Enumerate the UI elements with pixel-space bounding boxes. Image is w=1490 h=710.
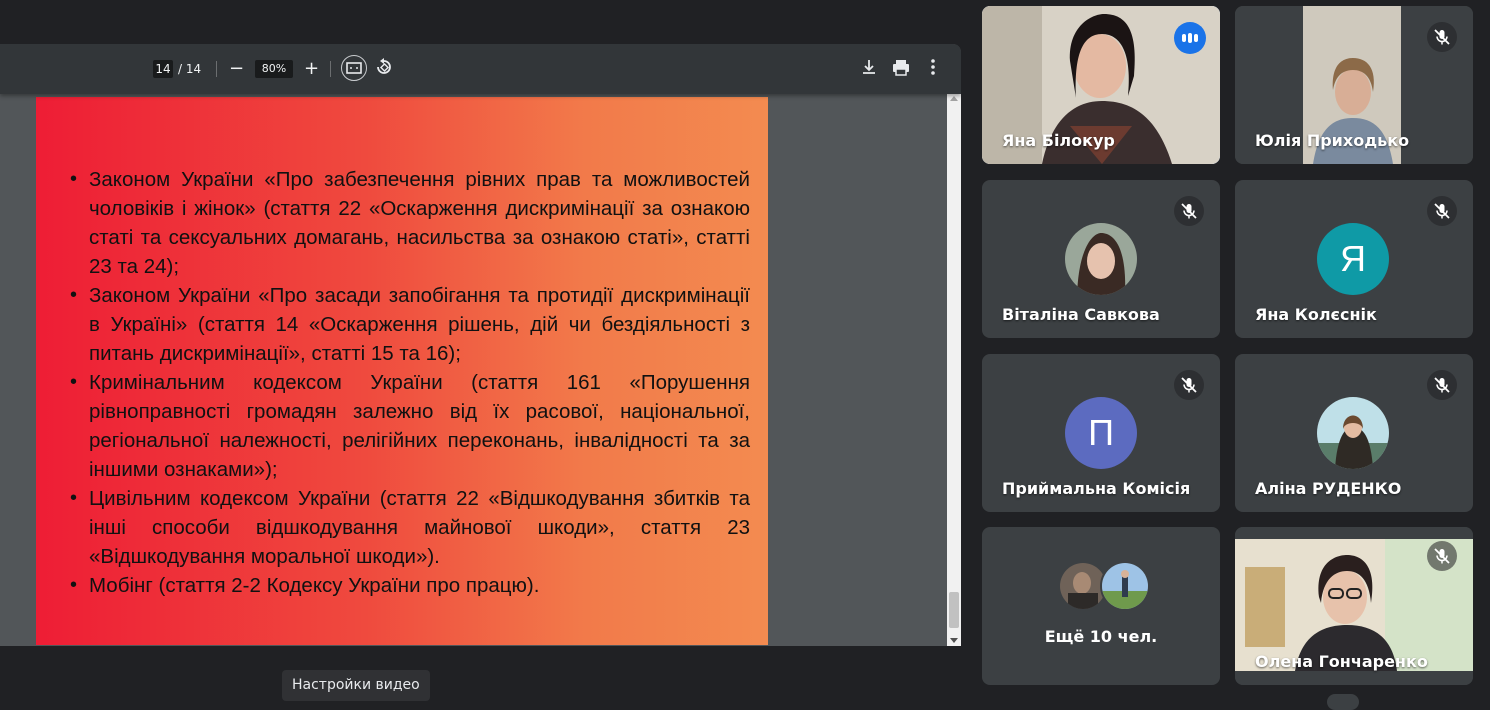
speaking-indicator-icon [1174, 22, 1206, 54]
pdf-canvas[interactable]: Законом України «Про забезпечення рівних… [0, 94, 947, 646]
scroll-up-arrow-icon[interactable] [950, 96, 958, 101]
fit-page-icon[interactable] [341, 55, 367, 81]
mic-off-icon [1174, 196, 1204, 226]
participant-name: Олена Гончаренко [1255, 652, 1428, 671]
slide-bullet-list: Законом України «Про забезпечення рівних… [70, 165, 750, 600]
rotate-icon[interactable] [374, 57, 394, 81]
mic-off-icon [1427, 22, 1457, 52]
participant-name: Віталіна Савкова [1002, 305, 1160, 324]
more-participants-label: Ещё 10 чел. [1044, 627, 1158, 646]
avatar: П [1065, 397, 1137, 469]
more-participants-tile[interactable]: Ещё 10 чел. [982, 527, 1220, 685]
participant-name: Аліна РУДЕНКО [1255, 479, 1402, 498]
participant-tile[interactable]: Віталіна Савкова [982, 180, 1220, 338]
more-vert-icon[interactable] [926, 58, 940, 80]
participant-tile[interactable]: Аліна РУДЕНКО [1235, 354, 1473, 512]
toolbar-divider [216, 61, 217, 77]
pdf-scrollbar[interactable] [947, 94, 961, 646]
participant-name: Юлія Приходько [1255, 131, 1410, 150]
participant-tile[interactable]: П Приймальна Комісія [982, 354, 1220, 512]
participant-tile[interactable]: Я Яна Колєснік [1235, 180, 1473, 338]
slide-bullet-item: Законом України «Про забезпечення рівних… [70, 165, 750, 281]
zoom-in-button[interactable]: + [304, 57, 319, 81]
mic-off-icon [1427, 541, 1457, 571]
toolbar-divider [330, 61, 331, 77]
mic-off-icon [1427, 370, 1457, 400]
participant-tile[interactable]: Юлія Приходько [1235, 6, 1473, 164]
avatar: Я [1317, 223, 1389, 295]
pdf-page: Законом України «Про забезпечення рівних… [36, 97, 768, 645]
shared-pdf-viewer: 14 / 14 − 80% + Законом України «Про заб… [0, 44, 961, 646]
participant-tile[interactable]: Олена Гончаренко [1235, 527, 1473, 685]
mic-off-icon [1174, 370, 1204, 400]
pdf-toolbar: 14 / 14 − 80% + [0, 44, 961, 94]
participant-count-badge[interactable] [1327, 694, 1359, 710]
page-number-input[interactable]: 14 [153, 60, 173, 78]
avatar [1065, 223, 1137, 295]
mic-off-icon [1427, 196, 1457, 226]
slide-bullet-item: Законом України «Про засади запобігання … [70, 281, 750, 368]
avatar [1100, 561, 1150, 611]
video-settings-button[interactable]: Настройки видео [282, 670, 430, 701]
download-icon[interactable] [860, 58, 878, 80]
print-icon[interactable] [892, 59, 910, 81]
slide-bullet-item: Цивільним кодексом України (стаття 22 «В… [70, 484, 750, 571]
slide-bullet-item: Мобінг (стаття 2-2 Кодексу України про п… [70, 571, 750, 600]
slide-bullet-item: Кримінальним кодексом України (стаття 16… [70, 368, 750, 484]
scroll-down-arrow-icon[interactable] [950, 638, 958, 643]
participant-tile[interactable]: Яна Білокур [982, 6, 1220, 164]
avatar [1317, 397, 1389, 469]
zoom-level-input[interactable]: 80% [255, 60, 293, 78]
participant-name: Яна Колєснік [1255, 305, 1377, 324]
scroll-thumb[interactable] [949, 592, 959, 628]
page-total: / 14 [178, 62, 202, 76]
participant-name: Приймальна Комісія [1002, 479, 1191, 498]
participant-name: Яна Білокур [1002, 131, 1115, 150]
zoom-out-button[interactable]: − [229, 57, 244, 81]
